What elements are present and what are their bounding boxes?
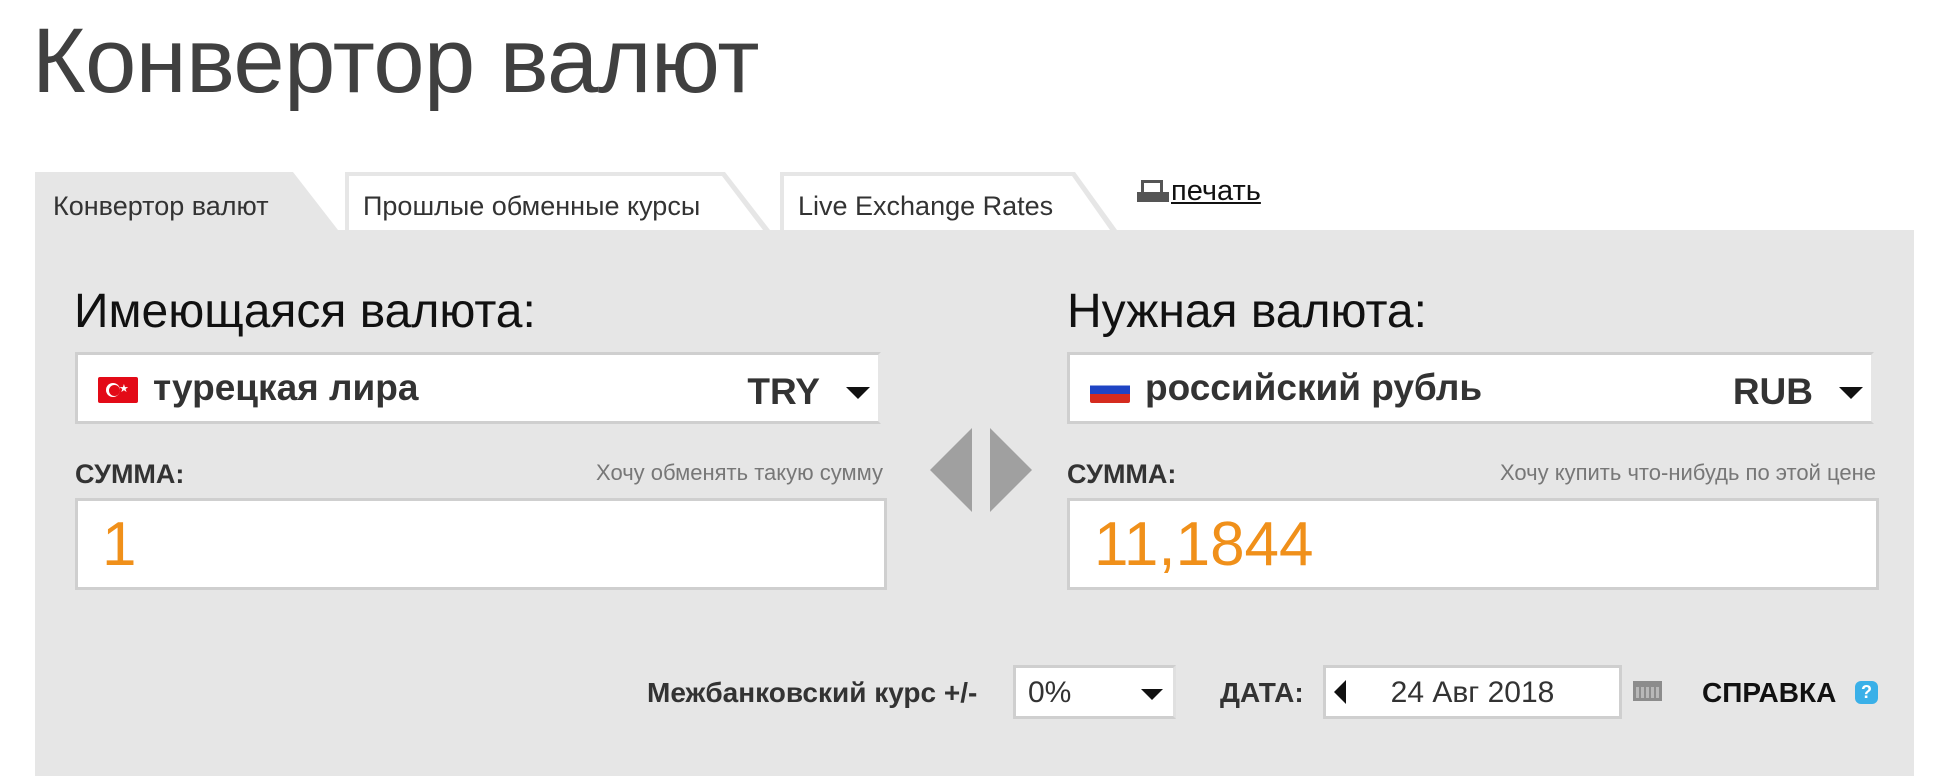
from-amount-label: СУММА: bbox=[75, 459, 185, 489]
interbank-rate-value: 0% bbox=[1028, 676, 1072, 709]
help-link[interactable]: СПРАВКА bbox=[1702, 676, 1836, 710]
calendar-icon[interactable] bbox=[1633, 681, 1662, 701]
chevron-down-icon bbox=[1141, 689, 1163, 700]
tab-currency-converter[interactable]: Конвертор валют bbox=[35, 172, 338, 230]
swap-currencies-button[interactable] bbox=[930, 428, 1032, 514]
tab-label: Live Exchange Rates bbox=[798, 191, 1054, 221]
date-value: 24 Авг 2018 bbox=[1390, 676, 1555, 709]
to-currency-name: российский рубль bbox=[1145, 367, 1483, 408]
date-label: ДАТА: bbox=[1220, 677, 1304, 708]
print-link[interactable]: печать bbox=[1137, 174, 1261, 208]
printer-icon bbox=[1137, 180, 1169, 202]
to-amount-input[interactable] bbox=[1067, 498, 1879, 590]
page-title: Конвертор валют bbox=[32, 10, 760, 112]
help-icon[interactable]: ? bbox=[1855, 681, 1878, 704]
turkey-flag-icon: ★ bbox=[98, 377, 138, 403]
date-field[interactable]: 24 Авг 2018 bbox=[1323, 665, 1622, 719]
print-label: печать bbox=[1171, 174, 1261, 207]
arrow-left-icon bbox=[930, 428, 972, 512]
from-currency-name: турецкая лира bbox=[153, 367, 419, 408]
from-currency-code: TRY bbox=[747, 371, 820, 412]
from-currency-heading: Имеющаяся валюта: bbox=[74, 285, 536, 338]
tab-label: Конвертор валют bbox=[53, 191, 269, 221]
tab-historical-rates[interactable]: Прошлые обменные курсы bbox=[345, 172, 770, 230]
interbank-rate-select[interactable]: 0% bbox=[1013, 665, 1176, 719]
from-amount-input[interactable] bbox=[75, 498, 887, 590]
chevron-down-icon bbox=[1839, 387, 1863, 399]
arrow-right-icon bbox=[990, 428, 1032, 512]
tab-label: Прошлые обменные курсы bbox=[363, 191, 701, 221]
from-currency-select[interactable]: ★ турецкая лира TRY bbox=[75, 352, 881, 424]
tab-live-exchange-rates[interactable]: Live Exchange Rates bbox=[780, 172, 1117, 230]
to-currency-code: RUB bbox=[1732, 371, 1813, 412]
to-currency-select[interactable]: российский рубль RUB bbox=[1067, 352, 1874, 424]
to-currency-heading: Нужная валюта: bbox=[1067, 285, 1427, 338]
from-amount-hint: Хочу обменять такую сумму bbox=[596, 460, 883, 485]
chevron-down-icon bbox=[846, 387, 870, 399]
interbank-rate-label: Межбанковский курс +/- bbox=[647, 677, 978, 708]
to-amount-label: СУММА: bbox=[1067, 459, 1177, 489]
russia-flag-icon bbox=[1090, 377, 1130, 403]
to-amount-hint: Хочу купить что-нибудь по этой цене bbox=[1499, 460, 1876, 485]
